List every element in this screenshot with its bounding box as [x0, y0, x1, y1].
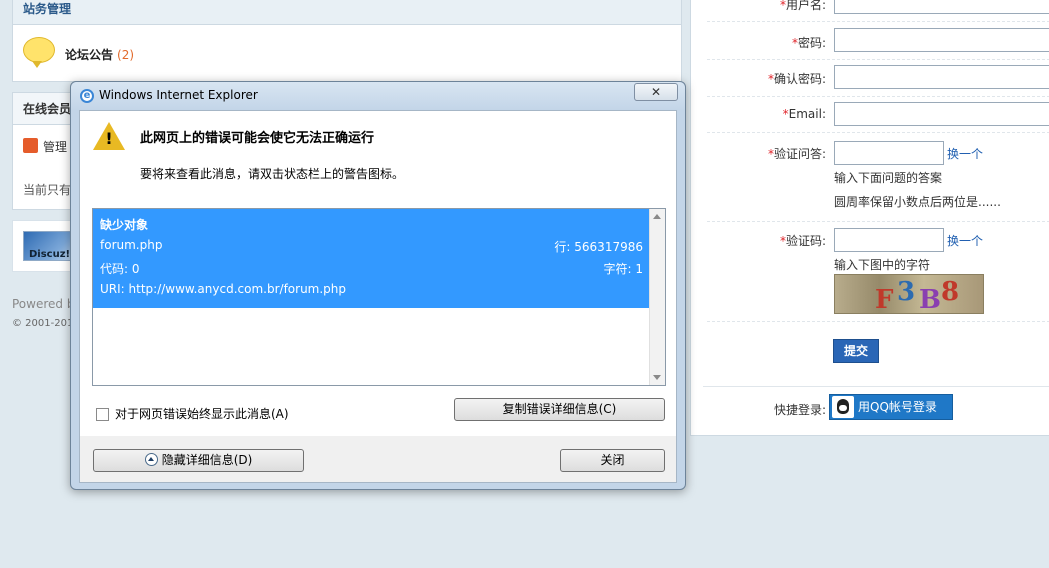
error-details-box[interactable]: 缺少对象 forum.php 行: 566317986 代码: 0 字符: 1 … [92, 208, 666, 386]
captcha-input[interactable] [834, 228, 944, 252]
captcha-char: 3 [897, 277, 922, 307]
admin-label: 管理 [43, 140, 68, 154]
email-label: *Email: [782, 107, 826, 121]
error-title: 缺少对象 [100, 218, 149, 232]
close-icon[interactable]: ✕ [634, 83, 678, 101]
captcha-hint: 输入下图中的字符 [834, 258, 931, 272]
error-code: 代码: 0 [100, 262, 140, 276]
qq-login-label: 用QQ帐号登录 [858, 400, 937, 414]
forum-announcement-link[interactable]: 论坛公告 (2) [65, 46, 134, 63]
confirm-password-label: *确认密码: [767, 72, 826, 86]
confirm-password-input[interactable] [834, 65, 1049, 89]
question-change-link[interactable]: 换一个 [947, 145, 983, 162]
question-label: *验证问答: [767, 147, 826, 161]
quick-login-label: 快捷登录: [774, 403, 827, 417]
submit-button[interactable]: 提交 [833, 339, 879, 363]
admin-user-icon [23, 138, 38, 153]
copy-details-button[interactable]: 复制错误详细信息(C) [454, 398, 665, 421]
forum-name[interactable]: 论坛公告 [65, 48, 113, 62]
divider [703, 386, 1049, 387]
register-form: *用户名: *密码: *确认密码: *Email: *验证问答: 换一个 输入下… [690, 0, 1049, 436]
error-details-selection: 缺少对象 forum.php 行: 566317986 代码: 0 字符: 1 … [93, 209, 650, 308]
close-button[interactable]: 关闭 [560, 449, 665, 472]
password-input[interactable] [834, 28, 1049, 52]
collapse-up-icon [144, 453, 158, 466]
confirm-password-row: *确认密码: [707, 60, 1049, 97]
copyright: © 2001-201 [12, 318, 74, 329]
email-row: *Email: [707, 97, 1049, 133]
captcha-change-link[interactable]: 换一个 [947, 232, 983, 249]
dialog-title: Windows Internet Explorer [99, 88, 258, 102]
question-row: *验证问答: 换一个 输入下面问题的答案 圆周率保留小数点后两位是...... [707, 133, 1049, 222]
scroll-down-arrow-icon[interactable] [653, 375, 661, 380]
details-scrollbar[interactable] [649, 209, 665, 385]
email-input[interactable] [834, 102, 1049, 126]
dialog-heading: 此网页上的错误可能会使它无法正确运行 [140, 131, 375, 146]
site-management-panel: 站务管理 论坛公告 (2) [12, 0, 682, 82]
scroll-up-arrow-icon[interactable] [653, 214, 661, 219]
password-label: *密码: [791, 36, 826, 50]
panel-title: 站务管理 [13, 0, 681, 25]
hide-details-label: 隐藏详细信息(D) [161, 453, 253, 467]
ie-logo-icon: e [80, 89, 94, 103]
question-text: 圆周率保留小数点后两位是...... [834, 195, 1001, 209]
always-show-checkbox[interactable] [96, 408, 109, 421]
powered-by: Powered b [12, 297, 75, 311]
dialog-subtext: 要将来查看此消息，请双击状态栏上的警告图标。 [140, 167, 405, 181]
online-note: 当前只有 [23, 183, 72, 197]
qq-login-button[interactable]: 用QQ帐号登录 [829, 394, 953, 420]
question-hint: 输入下面问题的答案 [834, 171, 943, 185]
forum-post-count: (2) [117, 48, 135, 62]
question-input[interactable] [834, 141, 944, 165]
always-show-label[interactable]: 对于网页错误始终显示此消息(A) [115, 405, 289, 422]
captcha-image[interactable]: F3B8 [834, 274, 984, 314]
dialog-body: ! 此网页上的错误可能会使它无法正确运行 要将来查看此消息，请双击状态栏上的警告… [79, 110, 677, 483]
speech-bubble-icon [23, 37, 55, 68]
password-row: *密码: [707, 22, 1049, 60]
error-uri: URI: http://www.anycd.com.br/forum.php [100, 282, 347, 296]
dialog-titlebar[interactable]: e Windows Internet Explorer ✕ [71, 82, 685, 110]
error-char: 字符: 1 [603, 262, 644, 276]
captcha-char: F [875, 285, 900, 314]
dialog-content: ! 此网页上的错误可能会使它无法正确运行 要将来查看此消息，请双击状态栏上的警告… [80, 111, 676, 436]
hide-details-button[interactable]: 隐藏详细信息(D) [93, 449, 304, 472]
captcha-label: *验证码: [779, 234, 826, 248]
username-row: *用户名: [707, 0, 1049, 22]
ie-error-dialog: e Windows Internet Explorer ✕ ! 此网页上的错误可… [70, 81, 686, 490]
error-file: forum.php [100, 238, 163, 252]
error-line: 行: 566317986 [554, 240, 643, 254]
username-label: *用户名: [779, 0, 826, 12]
username-input[interactable] [834, 0, 1049, 14]
qq-penguin-icon [832, 396, 854, 418]
captcha-char: 8 [941, 277, 966, 307]
warning-exclamation: ! [105, 129, 113, 148]
